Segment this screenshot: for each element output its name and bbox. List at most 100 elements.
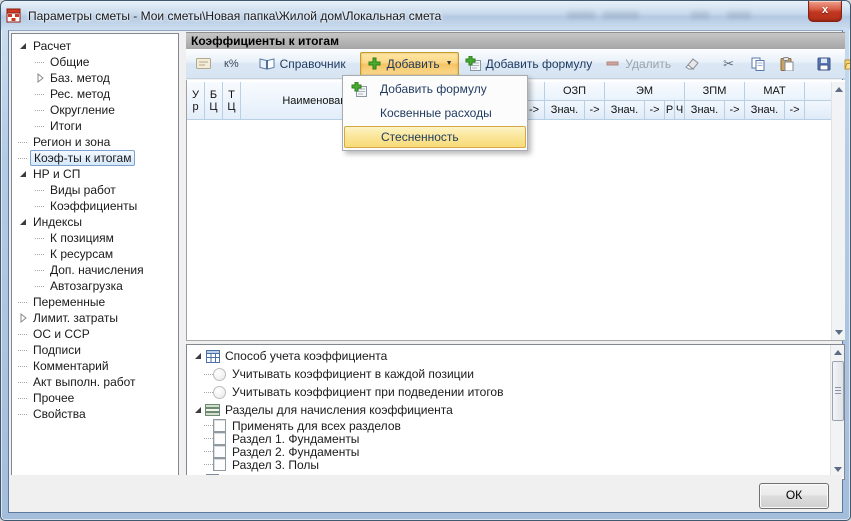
table-subcol-header[interactable]: -> — [585, 101, 605, 120]
table-subcol-header[interactable]: -> — [645, 101, 665, 120]
sidebar-item-рес-метод[interactable]: Рес. метод — [12, 86, 178, 102]
sidebar-item-баз-метод[interactable]: Баз. метод — [12, 70, 178, 86]
option-radio-row[interactable]: Учитывать коэффициент в каждой позиции — [191, 365, 821, 383]
table-subcol-header[interactable]: Р — [665, 101, 675, 120]
sidebar-item-расчет[interactable]: Расчет — [12, 38, 178, 54]
expand-icon[interactable] — [16, 312, 30, 324]
radio-button[interactable] — [213, 385, 226, 399]
scissors-icon: ✂ — [723, 55, 735, 71]
close-button[interactable]: x — [808, 1, 842, 22]
sidebar-item-округление[interactable]: Округление — [12, 102, 178, 118]
paste-button[interactable] — [772, 52, 801, 76]
menu-item-добавить-формулу[interactable]: Добавить формулу — [344, 77, 526, 101]
sidebar-item-комментарий[interactable]: Комментарий — [12, 358, 178, 374]
collapse-icon[interactable] — [191, 350, 204, 362]
table-group-header[interactable]: ЗПМ — [685, 82, 745, 101]
save-button[interactable] — [809, 52, 838, 76]
table-group-header[interactable]: МАТ — [745, 82, 805, 101]
radio-button[interactable] — [213, 367, 226, 381]
tree-line — [33, 248, 47, 260]
add-button[interactable]: Добавить ▼ — [359, 51, 459, 76]
tree-line — [16, 360, 30, 372]
sidebar-item-автозагрузка[interactable]: Автозагрузка — [12, 278, 178, 294]
clear-button[interactable] — [677, 52, 706, 76]
table-group-header[interactable]: ОЗП — [545, 82, 605, 101]
sidebar-item-регион-и-зона[interactable]: Регион и зона — [12, 134, 178, 150]
ok-button[interactable]: ОК — [759, 483, 829, 509]
delete-button[interactable]: Удалить — [598, 52, 677, 76]
scroll-down-icon[interactable] — [832, 326, 845, 339]
menu-item-косвенные-расходы[interactable]: Косвенные расходы — [344, 101, 526, 125]
collapse-icon[interactable] — [191, 404, 204, 416]
sidebar-item-общие[interactable]: Общие — [12, 54, 178, 70]
tree-line — [16, 392, 30, 404]
table-subcol-header[interactable]: Ч — [675, 101, 685, 120]
scroll-up-icon[interactable] — [832, 83, 845, 96]
option-radio-row[interactable]: Учитывать коэффициент при подведении ито… — [191, 383, 821, 401]
cut-button[interactable]: ✂ — [714, 52, 743, 76]
sidebar-item-свойства[interactable]: Свойства — [12, 406, 178, 422]
properties-button[interactable] — [189, 52, 218, 76]
option-label: Учитывать коэффициент в каждой позиции — [232, 367, 474, 381]
sidebar-item-коэф-ты-к-итогам[interactable]: Коэф-ты к итогам — [12, 150, 178, 166]
options-vscrollbar[interactable] — [830, 345, 844, 477]
menu-item-label: Добавить формулу — [380, 82, 487, 96]
collapse-icon[interactable] — [16, 168, 30, 180]
sidebar-item-доп-начисления[interactable]: Доп. начисления — [12, 262, 178, 278]
sidebar-item-прочее[interactable]: Прочее — [12, 390, 178, 406]
table-vscrollbar[interactable] — [831, 82, 845, 340]
sidebar-item-к-ресурсам[interactable]: К ресурсам — [12, 246, 178, 262]
options-group[interactable]: Разделы для начисления коэффициента — [191, 401, 821, 419]
copy-button[interactable] — [743, 52, 772, 76]
table-col-header[interactable]: ТЦ — [223, 82, 241, 120]
checkbox[interactable] — [213, 458, 226, 471]
sidebar-item-label: Общие — [50, 55, 90, 69]
sidebar-item-переменные[interactable]: Переменные — [12, 294, 178, 310]
option-checkbox-row[interactable]: Раздел 1. Фундаменты — [191, 432, 821, 446]
tree-line — [33, 184, 47, 196]
sidebar-item-label: Индексы — [33, 215, 82, 229]
table-group-ЗПМ: ЗПМ Знач. -> — [685, 82, 745, 120]
scrollbar-thumb[interactable] — [832, 361, 844, 421]
table-col-header[interactable]: Ур — [187, 82, 205, 120]
table-subcol-header[interactable]: -> — [785, 101, 805, 120]
collapse-icon[interactable] — [16, 40, 30, 52]
sidebar-item-нр-и-сп[interactable]: НР и СП — [12, 166, 178, 182]
k-percent-button[interactable]: к% — [218, 54, 245, 74]
titlebar[interactable]: Параметры сметы - Мои сметы\Новая папка\… — [1, 1, 850, 30]
table-subcol-header[interactable]: Знач. — [605, 101, 645, 120]
sidebar-item-label: Виды работ — [50, 183, 116, 197]
open-button[interactable] — [838, 52, 850, 76]
sidebar-item-итоги[interactable]: Итоги — [12, 118, 178, 134]
sidebar-item-к-позициям[interactable]: К позициям — [12, 230, 178, 246]
add-formula-button[interactable]: Добавить формулу — [459, 52, 599, 76]
table-subheader-row: Знач. -> — [545, 101, 605, 120]
table-subcol-header[interactable]: Знач. — [685, 101, 725, 120]
option-checkbox-row[interactable]: Применять для всех разделов — [191, 419, 821, 433]
sidebar-item-акт-выполн-работ[interactable]: Акт выполн. работ — [12, 374, 178, 390]
option-checkbox-row[interactable]: Раздел 2. Фундаменты — [191, 445, 821, 459]
table-col-header[interactable]: БЦ — [205, 82, 223, 120]
folder-open-icon — [844, 56, 850, 72]
checkbox[interactable] — [213, 432, 226, 445]
collapse-icon[interactable] — [16, 216, 30, 228]
sidebar-item-лимит-затраты[interactable]: Лимит. затраты — [12, 310, 178, 326]
options-group[interactable]: Способ учета коэффициента — [191, 347, 821, 365]
sidebar-item-индексы[interactable]: Индексы — [12, 214, 178, 230]
sidebar-item-виды-работ[interactable]: Виды работ — [12, 182, 178, 198]
table-subcol-header[interactable]: Знач. — [745, 101, 785, 120]
expand-icon[interactable] — [33, 72, 47, 84]
reference-button[interactable]: Справочник — [253, 52, 352, 76]
sidebar-item-ос-и-сср[interactable]: ОС и ССР — [12, 326, 178, 342]
sidebar-item-label: Коэффициенты — [50, 199, 138, 213]
menu-item-стесненность[interactable]: Стесненность — [344, 126, 526, 148]
table-subcol-header[interactable]: Знач. — [545, 101, 585, 120]
sidebar-item-коэффициенты[interactable]: Коэффициенты — [12, 198, 178, 214]
checkbox[interactable] — [213, 445, 226, 458]
table-subcol-header[interactable]: -> — [725, 101, 745, 120]
scroll-up-icon[interactable] — [831, 346, 844, 359]
sidebar-item-подписи[interactable]: Подписи — [12, 342, 178, 358]
table-group-header[interactable]: ЭМ — [605, 82, 685, 101]
checkbox[interactable] — [213, 419, 226, 432]
option-checkbox-row[interactable]: Раздел 3. Полы — [191, 458, 821, 472]
